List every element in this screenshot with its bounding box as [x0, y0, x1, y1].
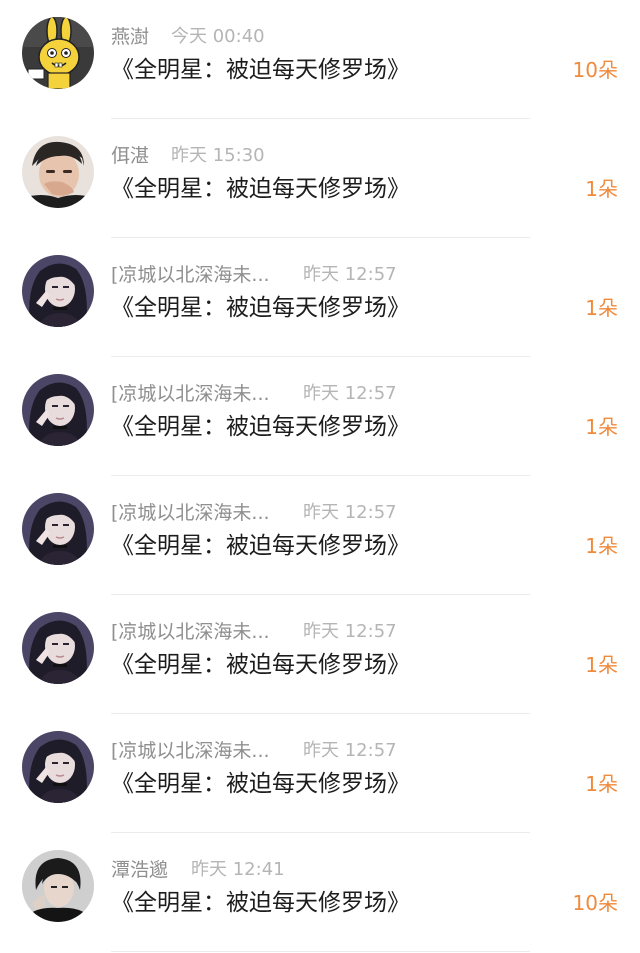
sender-name[interactable]: 潭浩邈 [111, 858, 168, 882]
flower-count: 1朵 [585, 653, 618, 677]
girl-dark-hair-avatar-icon [22, 374, 94, 446]
book-title: 《全明星：被迫每天修罗场》 [111, 533, 410, 559]
list-item[interactable]: [凉城以北深海未... 昨天 12:57 《全明星：被迫每天修罗场》 1朵 [0, 595, 640, 714]
flower-count: 1朵 [585, 534, 618, 558]
avatar[interactable] [22, 17, 94, 89]
avatar[interactable] [22, 493, 94, 565]
list-item[interactable]: [凉城以北深海未... 昨天 12:57 《全明星：被迫每天修罗场》 1朵 [0, 238, 640, 357]
sender-name[interactable]: [凉城以北深海未... [111, 739, 270, 763]
gift-record-list: 燕澍 今天 00:40 《全明星：被迫每天修罗场》 10朵 佴湛 昨天 15:3… [0, 0, 640, 953]
book-title: 《全明星：被迫每天修罗场》 [111, 771, 410, 797]
flower-count: 1朵 [585, 415, 618, 439]
sender-name[interactable]: 佴湛 [111, 144, 149, 168]
flower-count: 10朵 [572, 891, 618, 915]
row-divider [111, 951, 530, 952]
avatar[interactable] [22, 731, 94, 803]
girl-dark-hair-avatar-icon [22, 255, 94, 327]
list-item[interactable]: [凉城以北深海未... 昨天 12:57 《全明星：被迫每天修罗场》 1朵 [0, 714, 640, 833]
book-title: 《全明星：被迫每天修罗场》 [111, 890, 410, 916]
cartoon-bunny-avatar-icon [22, 17, 94, 89]
young-man-avatar-icon [22, 136, 94, 208]
timestamp: 昨天 12:57 [303, 740, 397, 761]
timestamp: 昨天 12:57 [303, 264, 397, 285]
timestamp: 昨天 15:30 [171, 145, 265, 166]
sender-name[interactable]: [凉城以北深海未... [111, 501, 270, 525]
avatar[interactable] [22, 136, 94, 208]
list-item[interactable]: [凉城以北深海未... 昨天 12:57 《全明星：被迫每天修罗场》 1朵 [0, 476, 640, 595]
girl-dark-hair-avatar-icon [22, 612, 94, 684]
flower-count: 1朵 [585, 772, 618, 796]
timestamp: 昨天 12:57 [303, 621, 397, 642]
sender-name[interactable]: [凉城以北深海未... [111, 263, 270, 287]
book-title: 《全明星：被迫每天修罗场》 [111, 57, 410, 83]
avatar[interactable] [22, 850, 94, 922]
timestamp: 昨天 12:57 [303, 383, 397, 404]
book-title: 《全明星：被迫每天修罗场》 [111, 295, 410, 321]
sender-name[interactable]: 燕澍 [111, 25, 149, 49]
girl-dark-hair-avatar-icon [22, 731, 94, 803]
list-item[interactable]: [凉城以北深海未... 昨天 12:57 《全明星：被迫每天修罗场》 1朵 [0, 357, 640, 476]
avatar[interactable] [22, 612, 94, 684]
timestamp: 今天 00:40 [171, 26, 265, 47]
girl-dark-hair-avatar-icon [22, 493, 94, 565]
list-item[interactable]: 燕澍 今天 00:40 《全明星：被迫每天修罗场》 10朵 [0, 0, 640, 119]
book-title: 《全明星：被迫每天修罗场》 [111, 652, 410, 678]
flower-count: 1朵 [585, 296, 618, 320]
list-item[interactable]: 潭浩邈 昨天 12:41 《全明星：被迫每天修罗场》 10朵 [0, 833, 640, 952]
timestamp: 昨天 12:41 [191, 859, 285, 880]
book-title: 《全明星：被迫每天修罗场》 [111, 176, 410, 202]
flower-count: 10朵 [572, 58, 618, 82]
avatar[interactable] [22, 374, 94, 446]
avatar[interactable] [22, 255, 94, 327]
list-item[interactable]: 佴湛 昨天 15:30 《全明星：被迫每天修罗场》 1朵 [0, 119, 640, 238]
timestamp: 昨天 12:57 [303, 502, 397, 523]
book-title: 《全明星：被迫每天修罗场》 [111, 414, 410, 440]
sender-name[interactable]: [凉城以北深海未... [111, 620, 270, 644]
flower-count: 1朵 [585, 177, 618, 201]
man-dark-portrait-avatar-icon [22, 850, 94, 922]
sender-name[interactable]: [凉城以北深海未... [111, 382, 270, 406]
